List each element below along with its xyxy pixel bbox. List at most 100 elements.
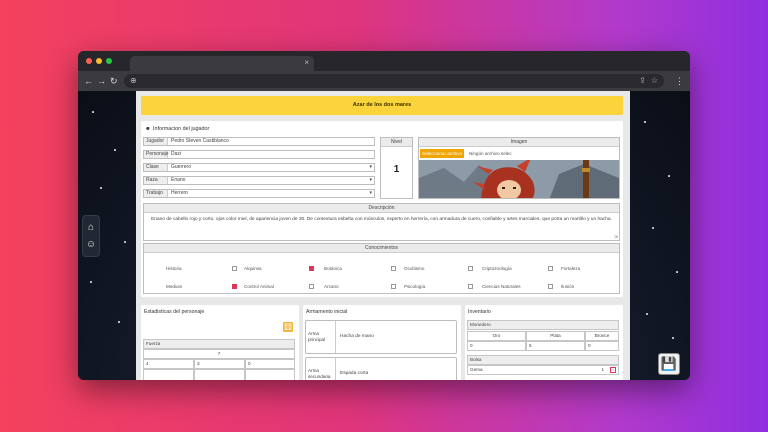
choose-file-button[interactable]: Seleccionar archivo [420,149,465,158]
site-info-icon[interactable]: ⊕ [130,74,137,88]
primary-weapon-row: Arma principal Hacha de mano [305,320,457,354]
bag-label: Bolsa [467,355,619,365]
weapon-label: Arma principal [306,321,336,353]
weapon-label: Arma secundaria [306,358,336,380]
race-select[interactable]: Raza Enano ▾ [143,176,375,185]
browser-tab[interactable]: × [130,56,314,71]
coin-name: Plata [526,331,585,341]
inventory-title: Inventario [468,309,491,315]
close-window-dot[interactable] [86,58,92,64]
description-label: Descripción [144,204,619,213]
bookmark-star-icon[interactable]: ☆ [651,74,658,88]
player-info-heading: Informacion del jugador [153,126,210,132]
user-icon: ☻ [145,126,151,132]
knowledge-label: Conocimientos [144,244,619,253]
field-label: Trabajo [144,190,168,197]
knowledge-checkbox[interactable] [391,266,396,271]
knowledge-checkbox[interactable] [232,284,237,289]
knowledge-name: Control Animal [244,284,274,289]
remove-item-icon[interactable]: − [610,367,616,373]
wallet-label: Monedero [467,320,619,330]
browser-window: × ← → ↻ ⊕ ⇪ ☆ ⋮ ⌂ ☺ Azar de los dos mare… [78,51,690,380]
class-select[interactable]: Clase Guerrero ▾ [143,163,375,172]
browser-toolbar: ← → ↻ ⊕ ⇪ ☆ ⋮ [78,71,690,91]
image-label: Imagen [419,138,619,147]
knowledge-name: Medium [166,284,183,289]
chevron-down-icon: ▾ [369,190,372,196]
field-value: Enano [171,177,186,183]
knowledge-name: Ciencias Naturales [482,284,521,289]
bag-item-name: Gema [470,367,483,372]
knowledge-name: Botánica [324,266,342,271]
reload-icon[interactable]: ↻ [110,74,118,88]
knowledge-checkbox[interactable] [309,266,314,271]
coin-name: Bronce [585,331,619,341]
field-value: Guerrero [171,164,192,170]
address-bar[interactable]: ⊕ ⇪ ☆ [124,74,664,88]
knowledge-name: Psicología [404,284,426,289]
knowledge-checkbox[interactable] [309,284,314,289]
home-icon[interactable]: ⌂ [83,221,99,235]
stats-title: Estadisticas del personaje [144,309,205,315]
save-button[interactable]: 💾 [658,353,680,375]
dice-icon[interactable]: ⚄ [283,322,293,332]
weapon-value[interactable]: Espada corta [340,371,368,376]
attribute-extra[interactable]: 0 [245,359,295,369]
knowledge-box: Conocimientos Historia Alquimia Botánica… [143,243,620,294]
coin-value[interactable]: 5 [526,341,585,351]
campaign-title: Azar de los dos mares [141,96,623,115]
field-label: Personaje [144,151,169,158]
bag-item-qty[interactable]: 1 [601,366,604,374]
resize-handle-icon[interactable]: ⇲ [614,234,618,240]
attribute-bonus[interactable]: 3 [194,359,245,369]
stats-card: Estadisticas del personaje ⚄ Fuerza 7 4 … [141,305,299,380]
weapon-value[interactable]: Hacha de mano [340,334,374,339]
knowledge-checkbox[interactable] [391,284,396,289]
user-icon[interactable]: ☺ [83,238,99,252]
forward-icon[interactable]: → [97,74,106,88]
coin-value[interactable]: 0 [585,341,619,351]
coin-value[interactable]: 0 [467,341,526,351]
share-icon[interactable]: ⇪ [639,74,646,88]
knowledge-checkbox[interactable] [232,266,237,271]
field-label: Clase [144,164,168,171]
field-label: Raza [144,177,168,184]
knowledge-checkbox[interactable] [548,266,553,271]
tab-close-icon[interactable]: × [304,57,309,69]
side-nav: ⌂ ☺ [82,215,100,257]
armament-card: Armamento inicial Arma principal Hacha d… [303,305,461,380]
knowledge-name: Fortaleza [561,266,581,271]
knowledge-name: Ocultismo [404,266,425,271]
attribute-base[interactable]: 4 [143,359,194,369]
player-info-card: ☻ Informacion del jugador Jugador Pedro S… [141,121,623,297]
level-label: Nivel [381,138,412,147]
knowledge-name: Alquimia [244,266,262,271]
armament-title: Armamento inicial [306,309,348,315]
secondary-weapon-row: Arma secundaria Espada corta [305,357,457,380]
file-status-text: Ningún archivo selec [469,151,512,156]
page-viewport: ⌂ ☺ Azar de los dos mares ☻ Informacion … [78,91,690,380]
knowledge-name: Arcano [324,284,339,289]
table-row [143,369,194,380]
character-sheet: Azar de los dos mares ☻ Informacion del … [136,91,630,380]
player-field[interactable]: Jugador Pedro Steven Castiblanco [143,137,375,146]
coin-name: Oro [467,331,526,341]
knowledge-checkbox[interactable] [548,284,553,289]
table-row [245,369,295,380]
inventory-card: Inventario Monedero Oro Plata Bronce 0 5… [465,305,623,380]
back-icon[interactable]: ← [84,74,93,88]
attribute-total: 7 [143,349,295,359]
character-field[interactable]: Personaje Dazi [143,150,375,159]
browser-menu-icon[interactable]: ⋮ [675,74,684,88]
field-value: Herrero [171,190,188,196]
chevron-down-icon: ▾ [369,164,372,170]
minimize-window-dot[interactable] [96,58,102,64]
maximize-window-dot[interactable] [106,58,112,64]
description-text: Enano de cabello rojo y corto, ojos colo… [151,217,612,222]
knowledge-checkbox[interactable] [468,284,473,289]
knowledge-checkbox[interactable] [468,266,473,271]
level-value[interactable]: 1 [381,164,412,175]
knowledge-name: Ilusión [561,284,575,289]
description-box[interactable]: Descripción Enano de cabello rojo y cort… [143,203,620,241]
job-select[interactable]: Trabajo Herrero ▾ [143,189,375,198]
